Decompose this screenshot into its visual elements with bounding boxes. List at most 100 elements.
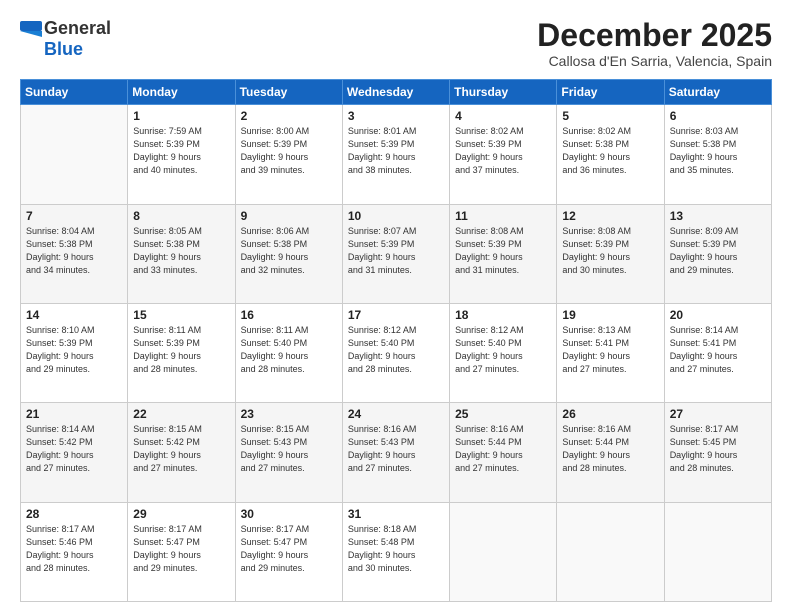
table-row xyxy=(557,502,664,601)
day-info: Sunrise: 8:07 AMSunset: 5:39 PMDaylight:… xyxy=(348,225,444,277)
day-info: Sunrise: 8:16 AMSunset: 5:44 PMDaylight:… xyxy=(562,423,658,475)
day-number: 3 xyxy=(348,109,444,123)
day-info: Sunrise: 8:10 AMSunset: 5:39 PMDaylight:… xyxy=(26,324,122,376)
table-row: 6 Sunrise: 8:03 AMSunset: 5:38 PMDaylight… xyxy=(664,105,771,204)
day-info: Sunrise: 8:16 AMSunset: 5:44 PMDaylight:… xyxy=(455,423,551,475)
month-title: December 2025 xyxy=(537,18,772,53)
day-info: Sunrise: 8:00 AMSunset: 5:39 PMDaylight:… xyxy=(241,125,337,177)
day-number: 27 xyxy=(670,407,766,421)
day-number: 17 xyxy=(348,308,444,322)
day-info: Sunrise: 8:14 AMSunset: 5:41 PMDaylight:… xyxy=(670,324,766,376)
table-row: 24 Sunrise: 8:16 AMSunset: 5:43 PMDayligh… xyxy=(342,403,449,502)
table-row: 29Sunrise: 8:17 AMSunset: 5:47 PMDayligh… xyxy=(128,502,235,601)
table-row: 12Sunrise: 8:08 AMSunset: 5:39 PMDayligh… xyxy=(557,204,664,303)
table-row: 16 Sunrise: 8:11 AMSunset: 5:40 PMDayligh… xyxy=(235,303,342,402)
day-number: 26 xyxy=(562,407,658,421)
day-info: Sunrise: 8:11 AMSunset: 5:40 PMDaylight:… xyxy=(241,324,337,376)
day-info: Sunrise: 8:12 AMSunset: 5:40 PMDaylight:… xyxy=(455,324,551,376)
table-row: 28 Sunrise: 8:17 AMSunset: 5:46 PMDayligh… xyxy=(21,502,128,601)
calendar-week-row: 21 Sunrise: 8:14 AMSunset: 5:42 PMDayligh… xyxy=(21,403,772,502)
day-number: 30 xyxy=(241,507,337,521)
day-info: Sunrise: 8:06 AMSunset: 5:38 PMDaylight:… xyxy=(241,225,337,277)
day-info: Sunrise: 8:11 AMSunset: 5:39 PMDaylight:… xyxy=(133,324,229,376)
table-row: 5Sunrise: 8:02 AMSunset: 5:38 PMDaylight… xyxy=(557,105,664,204)
day-info: Sunrise: 8:03 AMSunset: 5:38 PMDaylight:… xyxy=(670,125,766,177)
day-info: Sunrise: 8:15 AMSunset: 5:43 PMDaylight:… xyxy=(241,423,337,475)
day-info: Sunrise: 8:17 AMSunset: 5:45 PMDaylight:… xyxy=(670,423,766,475)
day-number: 19 xyxy=(562,308,658,322)
table-row: 3 Sunrise: 8:01 AMSunset: 5:39 PMDaylight… xyxy=(342,105,449,204)
day-number: 28 xyxy=(26,507,122,521)
day-info: Sunrise: 8:16 AMSunset: 5:43 PMDaylight:… xyxy=(348,423,444,475)
calendar-week-row: 7Sunrise: 8:04 AMSunset: 5:38 PMDaylight… xyxy=(21,204,772,303)
table-row: 27 Sunrise: 8:17 AMSunset: 5:45 PMDayligh… xyxy=(664,403,771,502)
calendar-week-row: 28 Sunrise: 8:17 AMSunset: 5:46 PMDayligh… xyxy=(21,502,772,601)
day-number: 18 xyxy=(455,308,551,322)
table-row xyxy=(450,502,557,601)
table-row: 17 Sunrise: 8:12 AMSunset: 5:40 PMDayligh… xyxy=(342,303,449,402)
day-info: Sunrise: 8:05 AMSunset: 5:38 PMDaylight:… xyxy=(133,225,229,277)
day-info: Sunrise: 8:13 AMSunset: 5:41 PMDaylight:… xyxy=(562,324,658,376)
day-info: Sunrise: 8:17 AMSunset: 5:47 PMDaylight:… xyxy=(241,523,337,575)
day-number: 16 xyxy=(241,308,337,322)
day-info: Sunrise: 8:12 AMSunset: 5:40 PMDaylight:… xyxy=(348,324,444,376)
table-row: 19 Sunrise: 8:13 AMSunset: 5:41 PMDayligh… xyxy=(557,303,664,402)
day-info: Sunrise: 8:04 AMSunset: 5:38 PMDaylight:… xyxy=(26,225,122,277)
header: General Blue December 2025 Callosa d'En … xyxy=(20,18,772,69)
calendar-header-row: Sunday Monday Tuesday Wednesday Thursday… xyxy=(21,80,772,105)
table-row: 18 Sunrise: 8:12 AMSunset: 5:40 PMDayligh… xyxy=(450,303,557,402)
logo-icon xyxy=(20,21,42,37)
location-subtitle: Callosa d'En Sarria, Valencia, Spain xyxy=(537,53,772,69)
col-sunday: Sunday xyxy=(21,80,128,105)
table-row: 9 Sunrise: 8:06 AMSunset: 5:38 PMDaylight… xyxy=(235,204,342,303)
table-row: 21 Sunrise: 8:14 AMSunset: 5:42 PMDayligh… xyxy=(21,403,128,502)
page: General Blue December 2025 Callosa d'En … xyxy=(0,0,792,612)
col-monday: Monday xyxy=(128,80,235,105)
day-number: 22 xyxy=(133,407,229,421)
col-wednesday: Wednesday xyxy=(342,80,449,105)
day-number: 13 xyxy=(670,209,766,223)
table-row: 23 Sunrise: 8:15 AMSunset: 5:43 PMDayligh… xyxy=(235,403,342,502)
day-number: 8 xyxy=(133,209,229,223)
table-row: 4Sunrise: 8:02 AMSunset: 5:39 PMDaylight… xyxy=(450,105,557,204)
col-saturday: Saturday xyxy=(664,80,771,105)
col-tuesday: Tuesday xyxy=(235,80,342,105)
table-row: 10 Sunrise: 8:07 AMSunset: 5:39 PMDayligh… xyxy=(342,204,449,303)
day-info: Sunrise: 8:15 AMSunset: 5:42 PMDaylight:… xyxy=(133,423,229,475)
day-info: Sunrise: 8:14 AMSunset: 5:42 PMDaylight:… xyxy=(26,423,122,475)
calendar-week-row: 14Sunrise: 8:10 AMSunset: 5:39 PMDayligh… xyxy=(21,303,772,402)
day-info: Sunrise: 8:02 AMSunset: 5:39 PMDaylight:… xyxy=(455,125,551,177)
day-info: Sunrise: 8:18 AMSunset: 5:48 PMDaylight:… xyxy=(348,523,444,575)
table-row: 11 Sunrise: 8:08 AMSunset: 5:39 PMDayligh… xyxy=(450,204,557,303)
day-number: 20 xyxy=(670,308,766,322)
table-row: 8 Sunrise: 8:05 AMSunset: 5:38 PMDaylight… xyxy=(128,204,235,303)
day-number: 6 xyxy=(670,109,766,123)
day-number: 15 xyxy=(133,308,229,322)
day-number: 25 xyxy=(455,407,551,421)
table-row: 22 Sunrise: 8:15 AMSunset: 5:42 PMDayligh… xyxy=(128,403,235,502)
table-row: 2 Sunrise: 8:00 AMSunset: 5:39 PMDaylight… xyxy=(235,105,342,204)
day-number: 21 xyxy=(26,407,122,421)
table-row: 1Sunrise: 7:59 AMSunset: 5:39 PMDaylight… xyxy=(128,105,235,204)
day-number: 24 xyxy=(348,407,444,421)
table-row xyxy=(664,502,771,601)
day-number: 11 xyxy=(455,209,551,223)
table-row: 25 Sunrise: 8:16 AMSunset: 5:44 PMDayligh… xyxy=(450,403,557,502)
table-row: 30 Sunrise: 8:17 AMSunset: 5:47 PMDayligh… xyxy=(235,502,342,601)
logo: General Blue xyxy=(20,18,111,60)
day-info: Sunrise: 8:17 AMSunset: 5:46 PMDaylight:… xyxy=(26,523,122,575)
day-info: Sunrise: 8:08 AMSunset: 5:39 PMDaylight:… xyxy=(455,225,551,277)
day-number: 2 xyxy=(241,109,337,123)
day-number: 9 xyxy=(241,209,337,223)
table-row xyxy=(21,105,128,204)
calendar-table: Sunday Monday Tuesday Wednesday Thursday… xyxy=(20,79,772,602)
table-row: 15 Sunrise: 8:11 AMSunset: 5:39 PMDayligh… xyxy=(128,303,235,402)
day-number: 10 xyxy=(348,209,444,223)
day-number: 12 xyxy=(562,209,658,223)
logo-blue-text: Blue xyxy=(44,39,83,60)
day-info: Sunrise: 8:01 AMSunset: 5:39 PMDaylight:… xyxy=(348,125,444,177)
calendar-week-row: 1Sunrise: 7:59 AMSunset: 5:39 PMDaylight… xyxy=(21,105,772,204)
day-info: Sunrise: 8:09 AMSunset: 5:39 PMDaylight:… xyxy=(670,225,766,277)
day-number: 5 xyxy=(562,109,658,123)
day-number: 23 xyxy=(241,407,337,421)
